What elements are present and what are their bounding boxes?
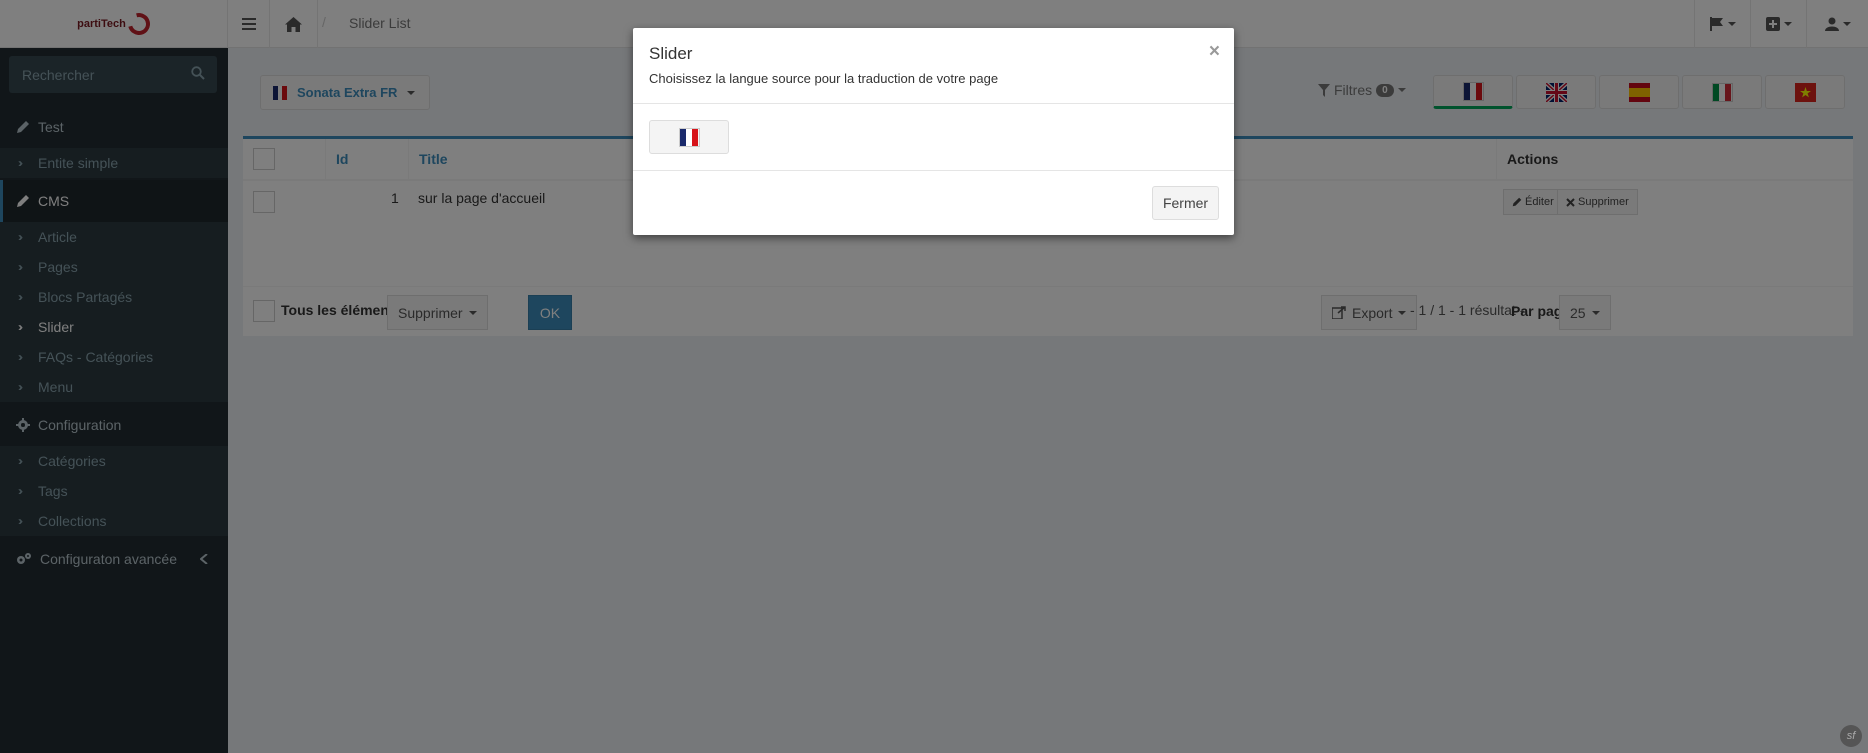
- divider: [633, 103, 1234, 104]
- flag-fr-icon: [678, 127, 700, 147]
- modal-subtitle: Choisissez la langue source pour la trad…: [649, 71, 999, 86]
- divider: [633, 170, 1234, 171]
- source-language-fr-button[interactable]: [649, 120, 729, 154]
- close-button[interactable]: Fermer: [1152, 186, 1219, 220]
- translation-modal: Slider Choisissez la langue source pour …: [633, 28, 1234, 235]
- symfony-toolbar-icon[interactable]: sf: [1840, 725, 1862, 747]
- modal-close-icon[interactable]: ×: [1209, 41, 1220, 63]
- modal-title: Slider: [649, 44, 693, 63]
